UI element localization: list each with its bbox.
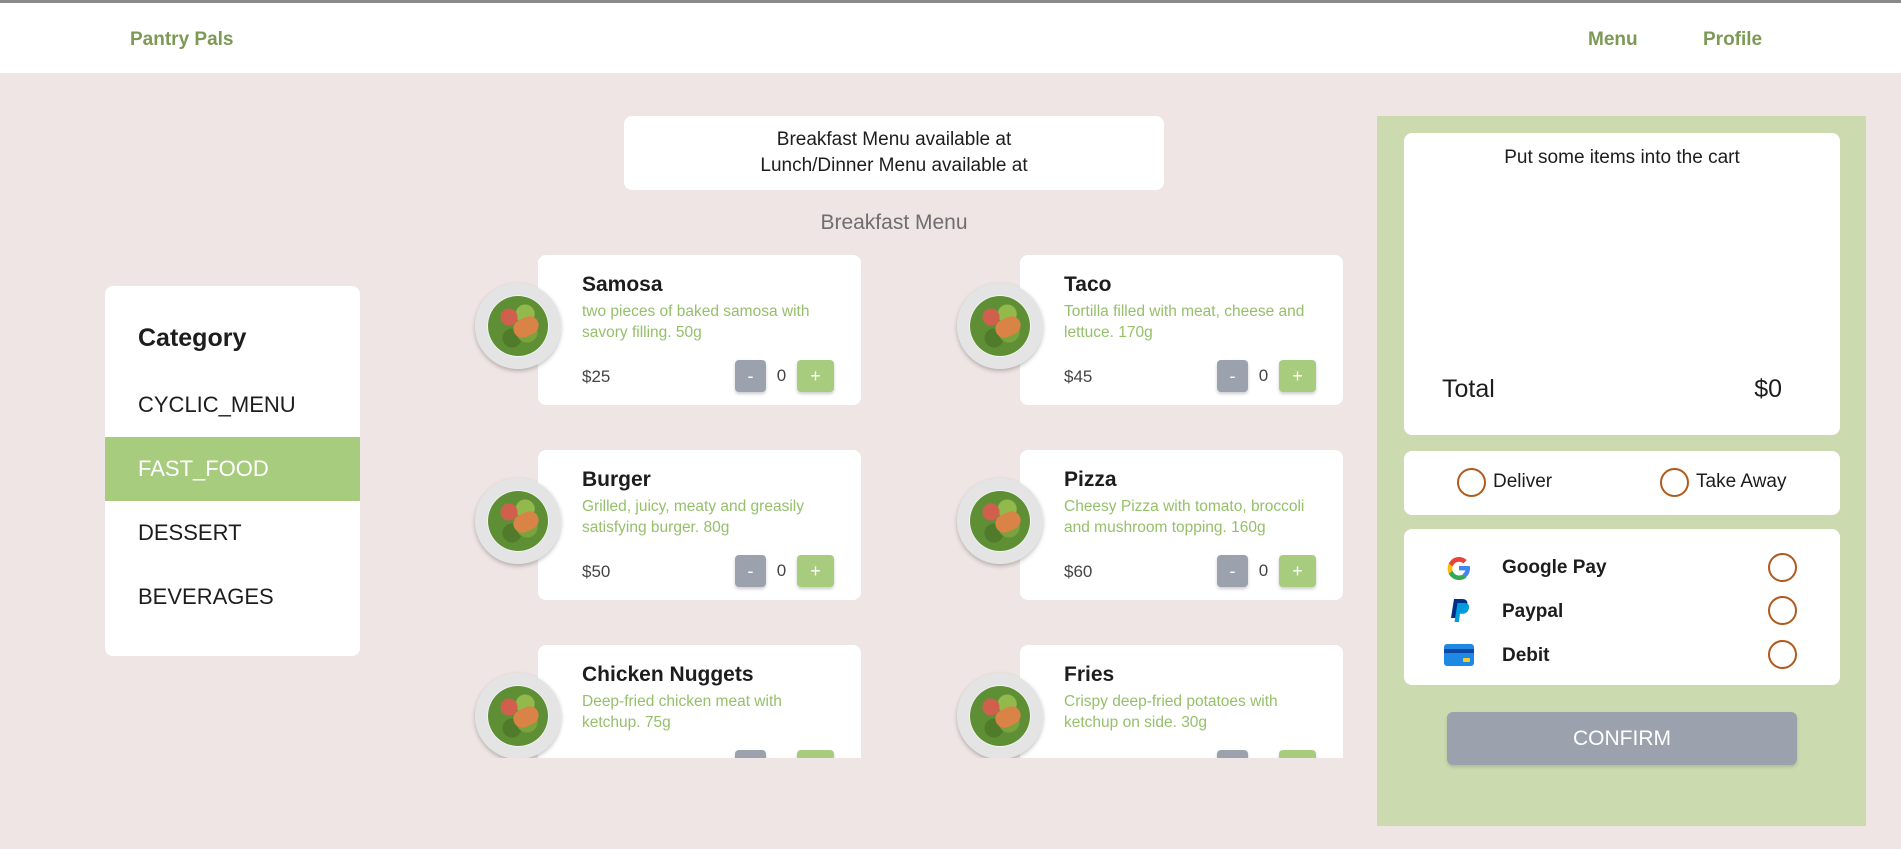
google-pay-radio[interactable]: [1768, 553, 1797, 582]
item-name: Samosa: [582, 273, 663, 296]
food-image: [957, 478, 1043, 564]
item-description: Tortilla filled with meat, cheese and le…: [1064, 303, 1305, 341]
quantity-stepper: - 0 +: [1217, 555, 1317, 587]
menu-item-card: Samosa two pieces of baked samosa with s…: [538, 255, 861, 405]
debit-label: Debit: [1502, 645, 1550, 666]
take-away-label: Take Away: [1696, 471, 1787, 492]
decrease-quantity-button[interactable]: -: [735, 555, 766, 587]
decrease-quantity-button[interactable]: -: [1217, 555, 1248, 587]
quantity-value: 0: [1258, 561, 1269, 580]
paypal-radio[interactable]: [1768, 596, 1797, 625]
food-image: [957, 673, 1043, 758]
item-name: Fries: [1064, 663, 1115, 686]
item-name: Burger: [582, 468, 651, 491]
quantity-stepper: - 0 +: [735, 360, 835, 392]
debit-radio[interactable]: [1768, 640, 1797, 669]
quantity-stepper: - 0 +: [1217, 360, 1317, 392]
menu-title: Breakfast Menu: [820, 211, 968, 234]
increase-quantity-button[interactable]: [1279, 750, 1316, 758]
increase-quantity-button[interactable]: [797, 750, 834, 758]
item-price: $25: [582, 367, 611, 386]
increase-quantity-button[interactable]: +: [797, 555, 834, 587]
confirm-button[interactable]: CONFIRM: [1447, 712, 1797, 765]
availability-notice: Breakfast Menu available at Lunch/Dinner…: [624, 116, 1164, 190]
item-description: Cheesy Pizza with tomato, broccoli and m…: [1064, 498, 1305, 536]
decrease-quantity-button[interactable]: [1217, 750, 1248, 758]
quantity-stepper: [735, 750, 835, 758]
item-description: Deep-fried chicken meat with ketchup. 75…: [582, 693, 782, 731]
item-name: Pizza: [1064, 468, 1117, 491]
delivery-options: Deliver Take Away: [1404, 451, 1840, 515]
category-item-dessert[interactable]: DESSERT: [105, 501, 360, 565]
total-value: $0: [1754, 375, 1782, 403]
category-panel: Category CYCLIC_MENU FAST_FOOD DESSERT B…: [105, 286, 360, 656]
google-pay-label: Google Pay: [1502, 557, 1607, 578]
item-price: $60: [1064, 562, 1093, 581]
paypal-label: Paypal: [1502, 601, 1564, 622]
category-title: Category: [138, 324, 247, 352]
increase-quantity-button[interactable]: +: [797, 360, 834, 392]
item-price: $45: [1064, 367, 1093, 386]
menu-grid: Samosa two pieces of baked samosa with s…: [470, 250, 1350, 758]
food-image: [957, 283, 1043, 369]
item-description: Crispy deep-fried potatoes with ketchup …: [1064, 693, 1278, 731]
cart-panel: Put some items into the cart Total $0 De…: [1377, 116, 1866, 826]
menu-item-card: Chicken Nuggets Deep-fried chicken meat …: [538, 645, 861, 758]
category-item-beverages[interactable]: BEVERAGES: [105, 565, 360, 629]
nav-menu-link[interactable]: Menu: [1588, 29, 1638, 51]
google-icon: [1447, 557, 1470, 580]
take-away-radio[interactable]: [1660, 468, 1689, 497]
total-label: Total: [1442, 375, 1495, 403]
item-description: Grilled, juicy, meaty and greasily satis…: [582, 498, 804, 536]
cart-summary: Put some items into the cart Total $0: [1404, 133, 1840, 435]
menu-item-card: Fries Crispy deep-fried potatoes with ke…: [1020, 645, 1343, 758]
category-item-fast-food[interactable]: FAST_FOOD: [105, 437, 360, 501]
cart-empty-message: Put some items into the cart: [1504, 147, 1740, 168]
quantity-stepper: - 0 +: [735, 555, 835, 587]
payment-options: Google Pay Paypal Debit: [1404, 529, 1840, 685]
quantity-value: 0: [776, 366, 787, 385]
item-name: Taco: [1064, 273, 1112, 296]
decrease-quantity-button[interactable]: -: [735, 360, 766, 392]
nav-profile-link[interactable]: Profile: [1703, 29, 1762, 51]
menu-item-card: Pizza Cheesy Pizza with tomato, broccoli…: [1020, 450, 1343, 600]
increase-quantity-button[interactable]: +: [1279, 555, 1316, 587]
item-description: two pieces of baked samosa with savory f…: [582, 303, 810, 341]
increase-quantity-button[interactable]: +: [1279, 360, 1316, 392]
menu-item-card: Taco Tortilla filled with meat, cheese a…: [1020, 255, 1343, 405]
deliver-radio[interactable]: [1457, 468, 1486, 497]
category-item-cyclic-menu[interactable]: CYCLIC_MENU: [105, 373, 360, 437]
quantity-value: 0: [1258, 366, 1269, 385]
brand-logo[interactable]: Pantry Pals: [130, 29, 234, 51]
deliver-label: Deliver: [1493, 471, 1553, 492]
menu-item-card: Burger Grilled, juicy, meaty and greasil…: [538, 450, 861, 600]
lunch-dinner-availability-text: Lunch/Dinner Menu available at: [760, 155, 1028, 176]
credit-card-icon: [1444, 644, 1474, 666]
item-name: Chicken Nuggets: [582, 663, 754, 686]
decrease-quantity-button[interactable]: [735, 750, 766, 758]
food-image: [475, 478, 561, 564]
item-price: $50: [582, 562, 611, 581]
breakfast-availability-text: Breakfast Menu available at: [776, 129, 1012, 150]
food-image: [475, 283, 561, 369]
quantity-value: 0: [776, 561, 787, 580]
top-bar: Pantry Pals Menu Profile: [0, 0, 1901, 73]
paypal-icon: [1451, 599, 1470, 622]
quantity-stepper: [1217, 750, 1317, 758]
decrease-quantity-button[interactable]: -: [1217, 360, 1248, 392]
food-image: [475, 673, 561, 758]
